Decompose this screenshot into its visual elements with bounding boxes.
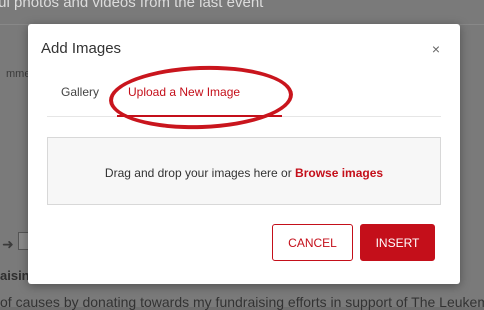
tab-bar: Gallery Upload a New Image: [47, 72, 441, 117]
insert-button[interactable]: INSERT: [360, 224, 435, 261]
background-paragraph: of causes by donating towards my fundrai…: [0, 294, 484, 310]
arrow-icon: ➜: [2, 236, 14, 252]
background-left-text: mme: [6, 68, 31, 80]
image-dropzone[interactable]: Drag and drop your images here or Browse…: [47, 137, 441, 205]
dropzone-text: Drag and drop your images here or Browse…: [48, 166, 440, 180]
cancel-button[interactable]: CANCEL: [272, 224, 353, 261]
tab-gallery[interactable]: Gallery: [61, 85, 99, 99]
close-icon[interactable]: ×: [432, 42, 440, 56]
modal-title: Add Images: [41, 40, 122, 57]
add-images-modal: Add Images × Gallery Upload a New Image …: [28, 24, 460, 284]
tab-upload-new-image[interactable]: Upload a New Image: [128, 85, 240, 99]
background-top-text: ful photos and videos from the last even…: [0, 0, 264, 11]
browse-images-link[interactable]: Browse images: [295, 166, 383, 180]
active-tab-indicator: [117, 115, 282, 117]
dropzone-instruction: Drag and drop your images here or: [104, 166, 296, 180]
